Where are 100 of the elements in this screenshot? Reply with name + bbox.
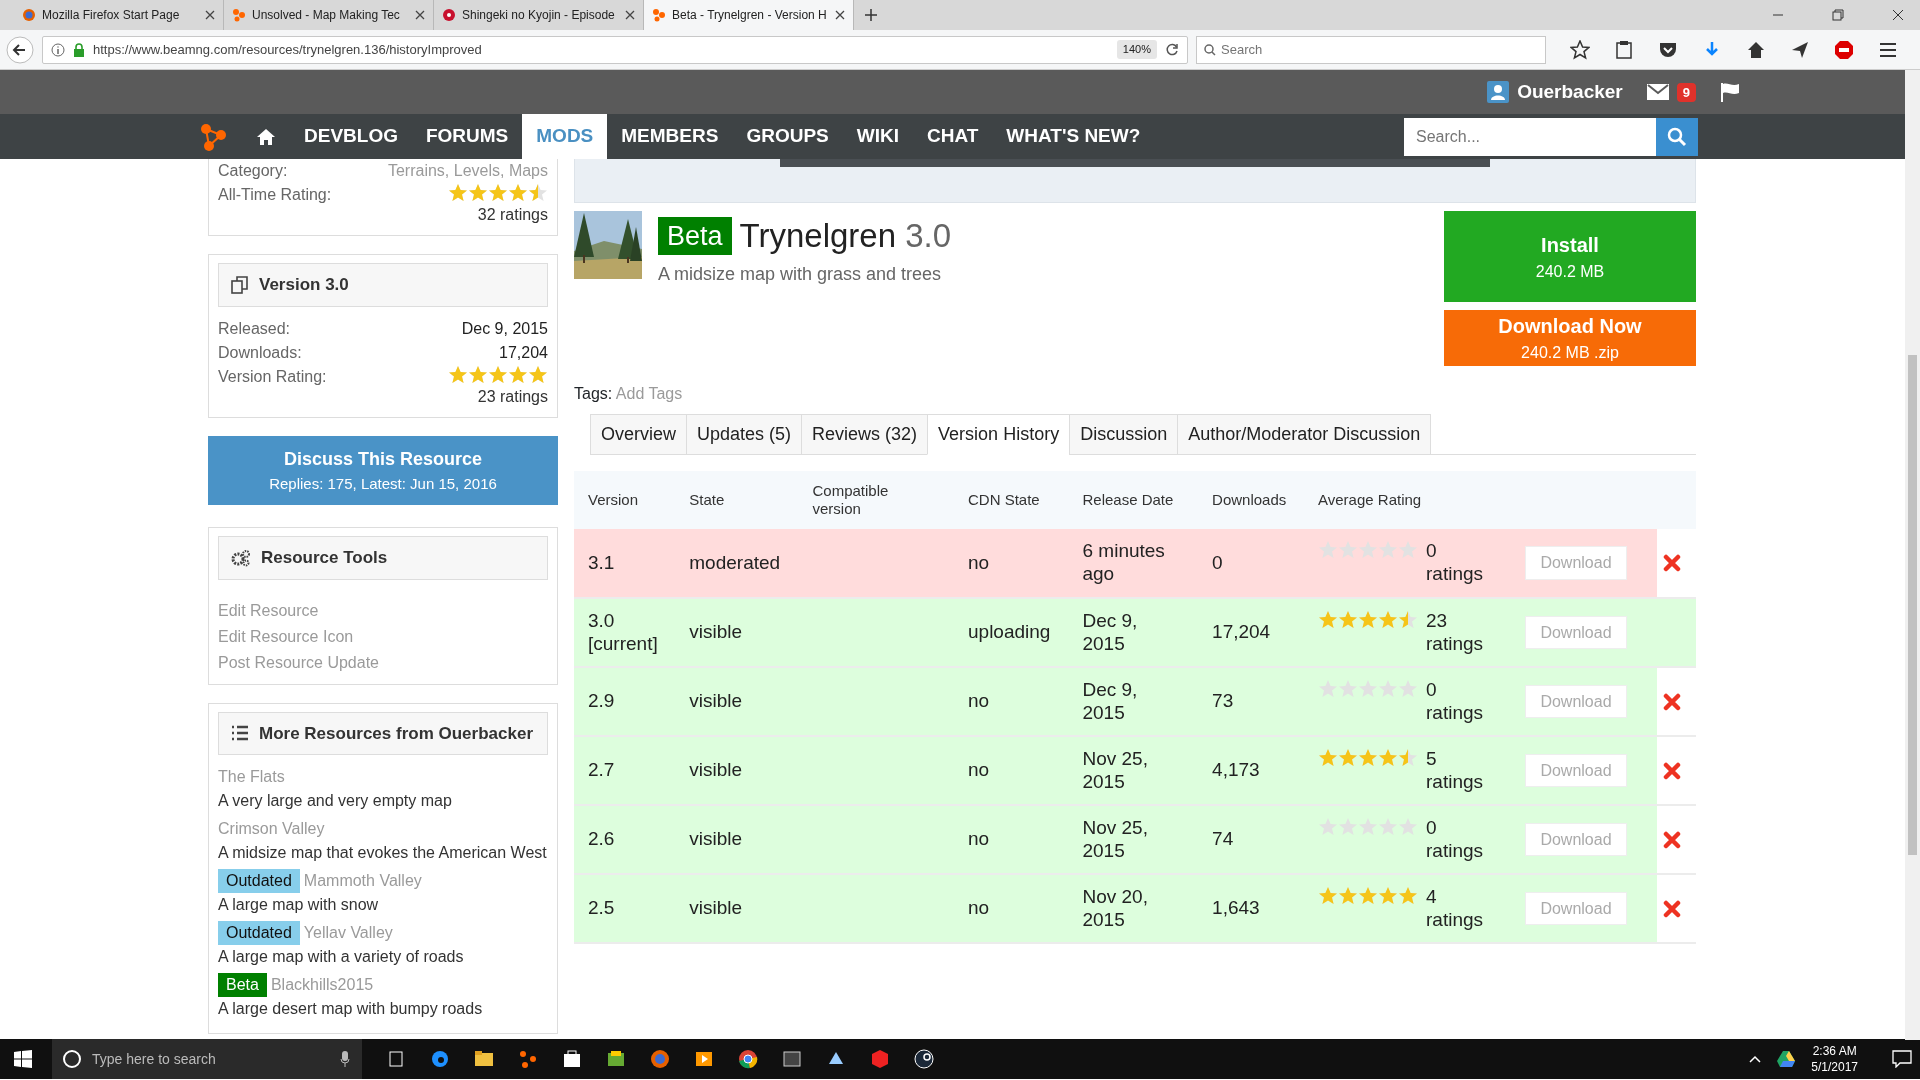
card-title: Version 3.0 [259, 274, 349, 296]
info-value: Dec 9, 2015 [461, 318, 548, 339]
user-icon[interactable] [1487, 81, 1510, 103]
nav-link[interactable]: WIKI [842, 114, 913, 159]
task-view-icon[interactable] [386, 1049, 406, 1069]
content-tab[interactable]: Discussion [1069, 414, 1178, 455]
ratings-count: 0 ratings [1426, 678, 1485, 725]
resource-description: A large map with snow [218, 895, 380, 915]
info-icon [51, 42, 65, 57]
taskbar-search[interactable]: Type here to search [52, 1039, 362, 1079]
app-icon[interactable] [782, 1049, 802, 1069]
send-icon[interactable] [1790, 39, 1810, 60]
address-bar[interactable]: https://www.beamng.com/resources/trynelgren.136/historyImproved 140% [42, 35, 1188, 64]
home-icon[interactable] [1746, 39, 1766, 60]
ratings-count: 32 ratings [477, 205, 548, 225]
close-icon [625, 10, 635, 20]
star-icon [1398, 885, 1419, 906]
table-cell: moderated [689, 551, 781, 573]
search-button[interactable] [1656, 117, 1698, 156]
nav-link[interactable]: DEVBLOG [290, 114, 412, 159]
table-cell: 2.9 [588, 690, 615, 713]
notification-icon[interactable] [1892, 1050, 1912, 1068]
delete-icon[interactable] [1662, 554, 1681, 572]
search-field[interactable]: Search [1196, 35, 1546, 64]
edge-icon[interactable] [430, 1049, 450, 1069]
table-cell: visible [689, 690, 743, 712]
star-icon [1338, 747, 1359, 768]
close-icon [205, 10, 215, 20]
home-icon[interactable] [256, 127, 276, 146]
clock-time[interactable]: 2:36 AM [1811, 1043, 1858, 1059]
list-icon [231, 725, 249, 742]
folder-icon[interactable] [474, 1049, 494, 1069]
resource-description: A large desert map with bumpy roads [218, 999, 484, 1019]
restore-icon[interactable] [1832, 9, 1844, 21]
drive-icon[interactable] [1777, 1051, 1796, 1067]
info-value: Terrains, Levels, Maps [387, 161, 548, 181]
steam-icon[interactable] [914, 1049, 934, 1069]
star-icon [528, 183, 548, 203]
mail-icon[interactable] [1646, 84, 1669, 100]
nav-link[interactable]: CHAT [913, 114, 993, 159]
clock-date[interactable]: 5/1/2017 [1811, 1059, 1858, 1075]
delete-icon[interactable] [1662, 830, 1681, 849]
nav-link[interactable]: WHAT'S NEW? [992, 114, 1155, 159]
nav-link[interactable]: MEMBERS [607, 114, 733, 159]
store-icon[interactable] [562, 1049, 582, 1069]
star-icon [508, 364, 528, 385]
info-label: Released: [218, 318, 291, 339]
star-icon [488, 364, 508, 385]
adblock-icon[interactable] [1834, 39, 1854, 60]
chevron-up-icon[interactable] [1749, 1055, 1762, 1063]
media-player-icon[interactable] [694, 1049, 714, 1069]
zoom-level[interactable]: 140% [1116, 40, 1157, 59]
app-icon[interactable] [606, 1049, 626, 1069]
content-tab[interactable]: Overview [590, 414, 686, 455]
scrollbar-thumb[interactable] [1908, 355, 1917, 855]
column-header: Release Date [1068, 471, 1199, 529]
content-tab[interactable]: Author/Moderator Discussion [1177, 414, 1432, 455]
star-icon [1358, 747, 1379, 768]
column-header: Average Rating [1304, 471, 1512, 529]
resource-tagline: A midsize map with grass and trees [658, 262, 943, 286]
content-tab[interactable]: Version History [927, 414, 1070, 455]
delete-icon[interactable] [1662, 899, 1681, 918]
firefox-icon[interactable] [650, 1049, 670, 1069]
app-icon[interactable] [518, 1049, 538, 1069]
browser-tab[interactable]: Beta - Trynelgren - Version H [644, 0, 854, 30]
reload-icon[interactable] [1165, 42, 1179, 57]
card-title: More Resources from Ouerbacker [259, 722, 533, 745]
new-tab-icon[interactable] [864, 8, 878, 22]
star-icon [1398, 747, 1419, 768]
content-tab[interactable]: Reviews (32) [801, 414, 928, 455]
search-circle-icon [62, 1049, 82, 1069]
star-icon [528, 364, 548, 385]
nav-link[interactable]: FORUMS [411, 114, 523, 159]
star-icon [1338, 609, 1359, 630]
table-cell: no [968, 897, 990, 919]
ratings-count: 23 ratings [1426, 609, 1485, 656]
chrome-icon[interactable] [738, 1049, 758, 1069]
clipboard-icon[interactable] [1614, 39, 1634, 60]
search-field[interactable]: Search... [1404, 117, 1656, 156]
delete-icon[interactable] [1662, 692, 1681, 711]
site-icon [442, 8, 456, 22]
message-count: 9 [1676, 82, 1696, 102]
star-icon [1358, 678, 1379, 699]
username[interactable]: Ouerbacker [1517, 77, 1623, 107]
table-cell: 1,643 [1212, 897, 1260, 919]
flag-icon[interactable] [1720, 82, 1740, 102]
delete-icon[interactable] [1662, 761, 1681, 780]
star-icon [468, 364, 488, 385]
resource-title: Trynelgren 3.0 [739, 216, 952, 256]
windows-icon[interactable] [14, 1050, 32, 1068]
ratings-count: 4 ratings [1426, 885, 1485, 932]
url-text: https://www.beamng.com/resources/trynelgren.136/historyImproved [93, 40, 483, 59]
nav-link[interactable]: GROUPS [732, 114, 843, 159]
close-icon[interactable] [1892, 9, 1904, 21]
scrollbar[interactable] [1905, 70, 1920, 1040]
microphone-icon [340, 1051, 350, 1067]
content-tab[interactable]: Updates (5) [686, 414, 802, 455]
star-icon[interactable] [1570, 39, 1590, 60]
back-icon[interactable] [6, 35, 34, 64]
star-icon [1398, 816, 1419, 837]
